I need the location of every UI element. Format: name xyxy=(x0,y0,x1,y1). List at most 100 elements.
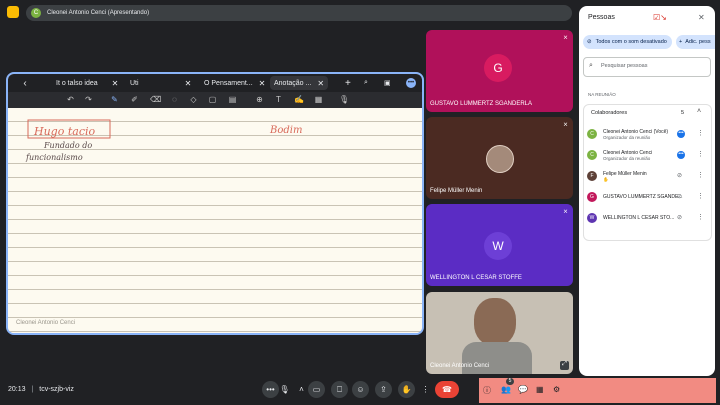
back-icon[interactable]: ‹ xyxy=(14,76,36,90)
notes-canvas[interactable]: Hugo tacio Fundado do funcionalismo Bodi… xyxy=(8,108,422,333)
list-item[interactable]: C Cleonei Antonio Cenci (Você) Organizad… xyxy=(583,126,706,144)
info-icon[interactable]: ⓘ xyxy=(483,385,491,396)
handwriting-text: Hugo tacio xyxy=(33,125,95,138)
list-item[interactable]: C Cleonei Antonio Cenci Organizador da r… xyxy=(583,147,706,165)
more-vert-icon[interactable]: ⋮ xyxy=(697,213,704,221)
activities-icon[interactable]: ▦ xyxy=(536,385,544,394)
leave-call-button[interactable]: ☎ xyxy=(435,381,459,398)
add-people-button[interactable]: + Adic. pess xyxy=(676,35,715,49)
tab-4-active[interactable]: Anotação ... ✕ xyxy=(270,76,329,90)
add-person-icon: + xyxy=(679,39,683,45)
close-icon[interactable]: ✕ xyxy=(259,79,266,88)
sidebar-icon[interactable]: ▣ xyxy=(384,76,391,90)
people-panel: Pessoas ☑↘ ✕ ⊘ Todos com o som desativado… xyxy=(579,6,715,376)
eraser-icon[interactable]: ⌫ xyxy=(150,95,161,104)
self-video-body xyxy=(462,342,532,374)
watermark: Cleonei Antonio Cenci xyxy=(16,320,76,326)
mic-off-icon[interactable]: ⊘ xyxy=(677,214,682,221)
grid-icon[interactable]: ▦ xyxy=(314,95,323,104)
mic-off-icon: ⊘ xyxy=(587,39,592,45)
camera-icon[interactable]: ▭ xyxy=(308,381,325,398)
image-icon[interactable]: ▤ xyxy=(228,95,237,104)
emoji-icon[interactable]: ☺ xyxy=(352,381,369,398)
avatar: C xyxy=(587,129,597,139)
chat-icon[interactable]: 💬 xyxy=(518,385,528,394)
tab-3[interactable]: O Pensament... ✕ xyxy=(204,76,265,90)
captions-icon[interactable]: ⎕ xyxy=(331,381,348,398)
more-vert-icon[interactable]: ⋮ xyxy=(697,171,704,179)
microphone-icon[interactable]: 🎙 xyxy=(276,381,293,398)
sticker-icon[interactable]: ▢ xyxy=(208,95,217,104)
more-vert-icon[interactable]: ⋮ xyxy=(697,150,704,158)
speaking-icon: ••• xyxy=(677,130,685,138)
list-item[interactable]: W WELLINGTON L CESAR STO... ⊘ ⋮ xyxy=(583,210,706,228)
tab-2[interactable]: Uti ✕ xyxy=(130,76,191,90)
annotation-mark-icon: ☑↘ xyxy=(653,13,667,22)
participant-name: WELLINGTON L CESAR STOFFE xyxy=(430,275,522,281)
group-count: 5 xyxy=(681,110,685,116)
mic-off-icon[interactable]: ⊘ xyxy=(677,172,682,179)
raise-hand-icon[interactable]: ✋ xyxy=(398,381,415,398)
person-name: GUSTAVO LUMMERTZ SGANDE... xyxy=(603,194,683,200)
browser-tabbar: ‹ It o talso idea ✕ Uti ✕ O Pensament... ✕ … xyxy=(8,74,422,92)
more-vert-icon[interactable]: ⋮ xyxy=(697,129,704,137)
expand-icon[interactable]: ⤢ xyxy=(560,361,569,370)
person-name: Felipe Müller Menin xyxy=(603,171,647,177)
microphone-icon[interactable]: 🎙 xyxy=(339,95,349,104)
tab-1[interactable]: It o talso idea ✕ xyxy=(56,76,118,90)
pen-icon[interactable]: ✎ xyxy=(110,95,119,104)
mic-off-icon: ⨯ xyxy=(562,122,568,128)
presenter-avatar: C xyxy=(31,8,41,18)
search-placeholder: Pesquisar pessoas xyxy=(601,63,648,69)
pencil-icon[interactable]: ✐ xyxy=(130,95,139,104)
shape-icon[interactable]: ◇ xyxy=(189,95,198,104)
list-item[interactable]: F Felipe Müller Menin ✋ ⊘ ⋮ xyxy=(583,168,706,186)
new-tab-icon[interactable]: + xyxy=(345,76,351,90)
search-input[interactable]: ⌕ Pesquisar pessoas xyxy=(583,57,711,77)
people-icon[interactable]: 👥 xyxy=(501,385,511,394)
close-icon[interactable]: ✕ xyxy=(185,79,192,88)
clock: 20:13 xyxy=(8,386,26,393)
search-icon: ⌕ xyxy=(589,62,593,69)
redo-icon[interactable]: ↷ xyxy=(84,95,93,104)
mic-off-icon: ⨯ xyxy=(562,35,568,41)
avatar xyxy=(486,145,514,173)
avatar: W xyxy=(484,232,512,260)
meeting-info: 20:13 | tcv-szjb-viz xyxy=(8,386,74,393)
list-item[interactable]: G GUSTAVO LUMMERTZ SGANDE... ⊘ ⋮ xyxy=(583,189,706,207)
present-icon[interactable]: ⇪ xyxy=(375,381,392,398)
handwriting-text: Fundado do xyxy=(43,141,92,150)
person-role: Organizador da reunião xyxy=(603,156,651,161)
presenting-banner[interactable]: C Cleonei Antonio Cenci (Apresentando) xyxy=(26,5,572,21)
more-icon[interactable]: ••• xyxy=(406,78,416,88)
handwriting-text: Bodim xyxy=(269,125,302,136)
mic-off-icon[interactable]: ⊘ xyxy=(677,193,682,200)
chevron-up-icon[interactable]: ˄ xyxy=(697,108,701,115)
text-icon[interactable]: T xyxy=(274,95,283,104)
handwriting-text: funcionalismo xyxy=(25,153,83,162)
self-video xyxy=(474,298,516,346)
video-tile[interactable]: W ⨯ WELLINGTON L CESAR STOFFE xyxy=(426,204,573,286)
more-vert-icon[interactable]: ⋮ xyxy=(697,192,704,200)
close-icon[interactable]: ✕ xyxy=(317,79,324,88)
video-tile[interactable]: G ⨯ GUSTAVO LUMMERTZ SGANDERLA xyxy=(426,30,573,112)
video-tile[interactable]: ⤢ Cleonei Antonio Cenci xyxy=(426,292,573,374)
activity-bar: ⓘ 👥 5 💬 ▦ ⚙ xyxy=(479,378,716,403)
host-controls-icon[interactable]: ⚙ xyxy=(553,385,560,394)
mute-all-button[interactable]: ⊘ Todos com o som desativado xyxy=(583,35,672,49)
undo-icon[interactable]: ↶ xyxy=(66,95,75,104)
app-logo xyxy=(7,6,19,18)
lasso-icon[interactable]: ◌ xyxy=(170,95,179,104)
more-vert-icon[interactable]: ⋮ xyxy=(417,381,434,398)
search-icon[interactable]: ⌕ xyxy=(364,76,368,90)
close-icon[interactable]: ✕ xyxy=(112,79,119,88)
avatar: W xyxy=(587,213,597,223)
participant-name: Cleonei Antonio Cenci xyxy=(430,363,490,369)
mic-off-icon: ⨯ xyxy=(562,209,568,215)
video-tile[interactable]: ⨯ Felipe Müller Menin xyxy=(426,117,573,199)
close-icon[interactable]: ✕ xyxy=(698,13,705,22)
speaking-icon: ••• xyxy=(677,151,685,159)
person-name: WELLINGTON L CESAR STO... xyxy=(603,215,675,221)
highlighter-icon[interactable]: ✍ xyxy=(294,95,304,104)
zoom-icon[interactable]: ⊕ xyxy=(255,95,264,104)
